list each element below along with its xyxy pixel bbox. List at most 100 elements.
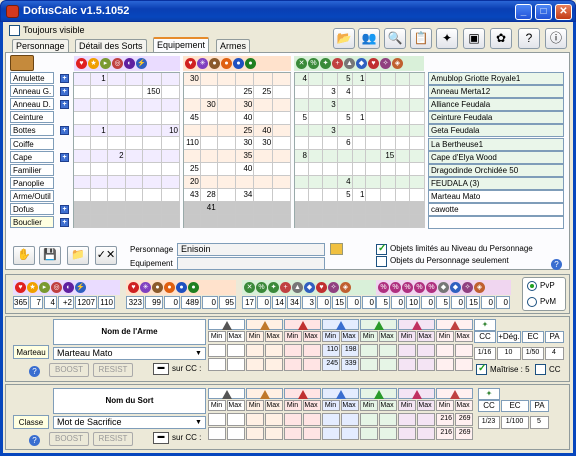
grid-cell[interactable] — [295, 98, 309, 112]
grid-cell[interactable]: 30 — [200, 98, 218, 112]
grid-cell[interactable]: 8 — [295, 150, 309, 164]
grid-cell[interactable]: 40 — [254, 124, 274, 138]
grid-cell[interactable] — [107, 189, 126, 202]
grid-cell[interactable]: 10 — [162, 124, 180, 138]
grid-cell[interactable]: 40 — [235, 111, 255, 125]
grid-cell[interactable] — [90, 214, 108, 228]
grid-cell[interactable] — [322, 163, 338, 177]
grid-cell[interactable] — [143, 201, 163, 215]
grid-cell[interactable] — [162, 150, 180, 164]
spell-cc-icon[interactable]: ▬ — [153, 432, 169, 444]
grid-cell[interactable] — [366, 214, 382, 228]
grid-cell[interactable] — [74, 137, 91, 151]
grid-cell[interactable]: 5 — [337, 189, 353, 202]
grid-cell[interactable] — [74, 214, 91, 228]
equipement-field[interactable] — [177, 257, 325, 270]
toujours-visible-checkbox[interactable] — [9, 25, 20, 36]
weapon-resist-button[interactable]: RESIST — [93, 363, 133, 377]
grid-cell[interactable]: 1 — [90, 73, 108, 86]
grid-cell[interactable]: 41 — [200, 201, 218, 215]
grid-cell[interactable] — [217, 98, 236, 112]
grid-cell[interactable] — [381, 98, 397, 112]
grid-cell[interactable] — [366, 201, 382, 215]
grid-cell[interactable]: 30 — [184, 73, 201, 86]
grid-cell[interactable] — [125, 137, 144, 151]
grid-cell[interactable] — [74, 111, 91, 125]
spell-help-icon[interactable]: ? — [29, 435, 40, 446]
grid-cell[interactable] — [396, 163, 411, 177]
grid-cell[interactable]: 30 — [254, 137, 274, 151]
grid-cell[interactable] — [322, 111, 338, 125]
grid-cell[interactable] — [352, 163, 367, 177]
grid-cell[interactable] — [410, 189, 426, 202]
grid-cell[interactable] — [200, 176, 218, 190]
grid-cell[interactable] — [381, 85, 397, 99]
grid-cell[interactable] — [162, 201, 180, 215]
grid-cell[interactable] — [381, 201, 397, 215]
grid-cell[interactable] — [410, 124, 426, 138]
grid-cell[interactable] — [273, 163, 291, 177]
grid-cell[interactable] — [254, 189, 274, 202]
grid-cell[interactable] — [308, 73, 323, 86]
grid-cell[interactable] — [322, 176, 338, 190]
grid-cell[interactable] — [295, 201, 309, 215]
grid-cell[interactable]: 35 — [235, 150, 255, 164]
grid-cell[interactable] — [366, 98, 382, 112]
grid-cell[interactable] — [143, 98, 163, 112]
item-name-field[interactable]: Amublop Griotte Royale1 — [428, 72, 564, 85]
maximize-button[interactable]: □ — [535, 4, 552, 20]
grid-cell[interactable]: 40 — [235, 163, 255, 177]
grid-cell[interactable] — [308, 176, 323, 190]
delete-button[interactable]: ✓✕ — [95, 246, 117, 265]
grid-cell[interactable] — [107, 98, 126, 112]
grid-cell[interactable] — [381, 111, 397, 125]
grid-cell[interactable] — [381, 73, 397, 86]
save-button[interactable]: 💾 — [39, 246, 61, 265]
grid-cell[interactable] — [74, 150, 91, 164]
grid-cell[interactable] — [235, 73, 255, 86]
add-item-button[interactable]: + — [60, 87, 69, 97]
grid-cell[interactable] — [381, 163, 397, 177]
grid-cell[interactable] — [366, 124, 382, 138]
grid-cell[interactable] — [352, 85, 367, 99]
spell-boost-button[interactable]: BOOST — [49, 432, 89, 446]
grid-cell[interactable] — [337, 201, 353, 215]
grid-cell[interactable] — [396, 201, 411, 215]
grid-cell[interactable] — [337, 163, 353, 177]
grid-cell[interactable] — [322, 137, 338, 151]
grid-cell[interactable] — [235, 214, 255, 228]
grid-cell[interactable]: 34 — [235, 189, 255, 202]
grid-cell[interactable] — [107, 214, 126, 228]
grid-cell[interactable] — [143, 137, 163, 151]
grid-cell[interactable] — [90, 163, 108, 177]
grid-cell[interactable] — [322, 150, 338, 164]
grid-cell[interactable] — [74, 201, 91, 215]
grid-cell[interactable] — [162, 163, 180, 177]
grid-cell[interactable] — [74, 73, 91, 86]
grid-cell[interactable] — [396, 189, 411, 202]
grid-cell[interactable] — [254, 150, 274, 164]
add-item-button[interactable]: + — [60, 205, 69, 214]
help-icon[interactable]: ? — [518, 28, 540, 49]
grid-cell[interactable] — [125, 163, 144, 177]
grid-cell[interactable] — [200, 137, 218, 151]
grid-cell[interactable] — [396, 111, 411, 125]
grid-cell[interactable] — [107, 137, 126, 151]
grid-cell[interactable] — [273, 124, 291, 138]
grid-cell[interactable] — [107, 124, 126, 138]
grid-cell[interactable] — [273, 150, 291, 164]
grid-cell[interactable] — [352, 98, 367, 112]
grid-cell[interactable] — [295, 176, 309, 190]
grid-cell[interactable] — [143, 189, 163, 202]
grid-cell[interactable] — [381, 176, 397, 190]
grid-cell[interactable] — [366, 73, 382, 86]
grid-cell[interactable] — [162, 85, 180, 99]
grid-cell[interactable] — [200, 124, 218, 138]
grid-cell[interactable]: 45 — [184, 111, 201, 125]
new-button[interactable]: ✋ — [13, 246, 35, 265]
grid-cell[interactable] — [366, 111, 382, 125]
grid-cell[interactable] — [125, 150, 144, 164]
grid-cell[interactable]: 3 — [322, 85, 338, 99]
grid-cell[interactable] — [295, 163, 309, 177]
grid-cell[interactable] — [295, 214, 309, 228]
